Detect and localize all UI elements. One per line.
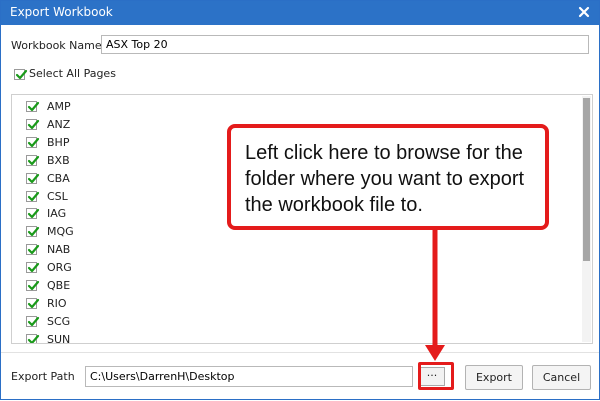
annotation-arrow-icon xyxy=(425,230,445,361)
browse-highlight-box xyxy=(418,362,454,390)
export-workbook-dialog: Export Workbook Workbook Name Select All… xyxy=(0,0,600,400)
